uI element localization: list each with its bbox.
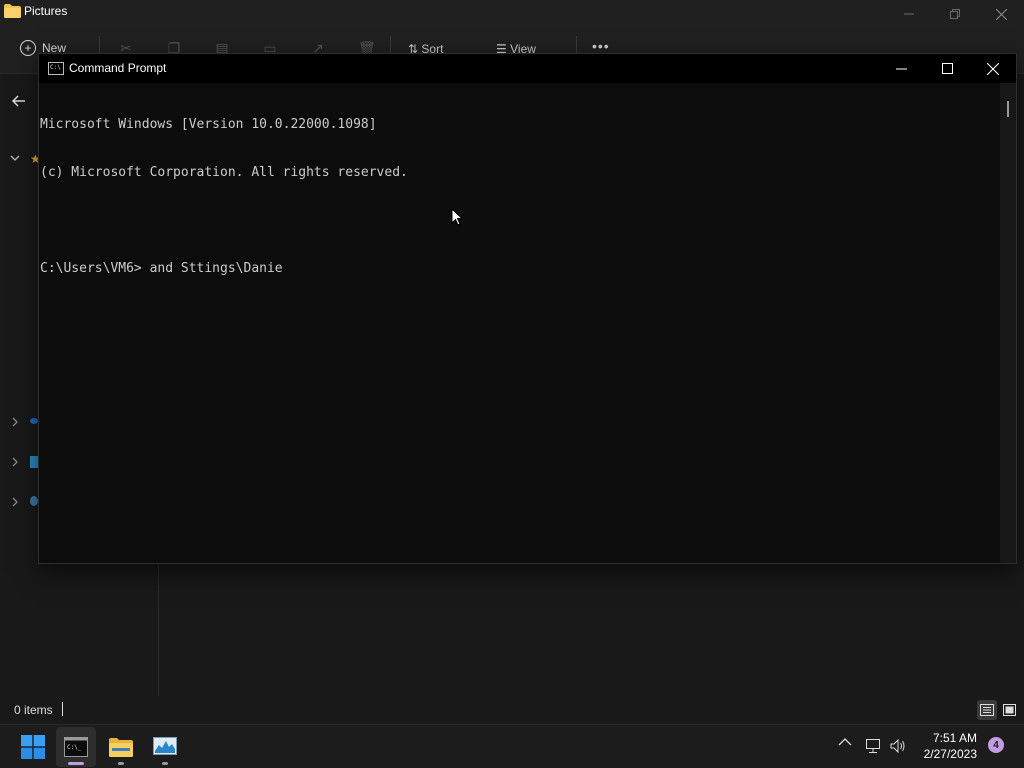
taskbar-performance-monitor[interactable]	[145, 727, 185, 767]
taskbar-clock[interactable]: 7:51 AM 2/27/2023	[924, 730, 977, 762]
clock-time: 7:51 AM	[932, 731, 977, 745]
running-app-indicator	[118, 762, 124, 765]
cmd-window-title: Command Prompt	[69, 61, 167, 75]
minimize-icon	[895, 68, 907, 70]
large-icons-view-button[interactable]	[999, 700, 1019, 720]
onedrive-icon[interactable]	[30, 418, 38, 424]
folder-icon	[4, 4, 21, 18]
close-icon	[987, 62, 999, 75]
items-count: 0 items	[14, 703, 53, 717]
chevron-right-icon[interactable]	[10, 417, 20, 427]
notification-badge[interactable]: 4	[988, 737, 1004, 753]
details-view-icon	[980, 704, 994, 716]
cmd-icon: C:\_	[64, 737, 88, 757]
network-icon[interactable]	[30, 496, 38, 506]
explorer-titlebar[interactable]: Pictures	[0, 0, 1024, 28]
back-arrow-icon[interactable]	[12, 95, 26, 107]
cmd-console-output[interactable]: Microsoft Windows [Version 10.0.22000.10…	[39, 83, 1001, 563]
explorer-status-bar: 0 items	[0, 696, 1024, 724]
explorer-restore-button[interactable]	[932, 0, 978, 28]
windows-start-icon	[21, 735, 45, 759]
explorer-navigation-pane: ★	[0, 75, 41, 675]
clock-date: 2/27/2023	[923, 747, 977, 761]
command-prompt-window: Command Prompt Microsoft Windows [Versio…	[38, 53, 1017, 564]
active-app-indicator	[68, 762, 84, 765]
cmd-minimize-button[interactable]	[878, 54, 924, 83]
cmd-scrollbar-thumb[interactable]	[1007, 101, 1009, 117]
status-separator	[62, 702, 63, 716]
more-options-icon[interactable]: •••	[592, 38, 610, 54]
running-app-indicator	[162, 762, 168, 765]
chevron-down-icon[interactable]	[10, 153, 20, 163]
mouse-pointer-icon	[451, 208, 463, 226]
start-button[interactable]	[13, 727, 53, 767]
details-view-button[interactable]	[977, 700, 997, 720]
folder-icon	[109, 738, 133, 757]
network-icon[interactable]	[864, 737, 882, 755]
cmd-scrollbar[interactable]	[1000, 83, 1016, 563]
volume-icon[interactable]	[889, 737, 907, 755]
cmd-close-button[interactable]	[970, 54, 1016, 83]
navigation-pane-divider[interactable]	[158, 564, 159, 696]
explorer-window-title: Pictures	[24, 4, 68, 18]
cmd-icon[interactable]	[48, 62, 64, 75]
plus-icon: +	[20, 40, 36, 56]
cmd-titlebar[interactable]: Command Prompt	[39, 54, 1016, 83]
perfmon-icon	[153, 737, 177, 755]
taskbar: C:\_ 7:51 AM 2/27/2023 4	[0, 724, 1024, 768]
taskbar-file-explorer[interactable]	[101, 727, 141, 767]
close-icon	[995, 8, 1007, 20]
large-icons-view-icon	[1002, 704, 1016, 716]
cmd-maximize-button[interactable]	[924, 54, 970, 83]
chevron-right-icon[interactable]	[10, 457, 20, 467]
svg-text:C:\_: C:\_	[67, 744, 82, 751]
restore-icon	[950, 9, 960, 19]
taskbar-command-prompt[interactable]: C:\_	[56, 727, 96, 767]
chevron-right-icon[interactable]	[10, 497, 20, 507]
maximize-icon	[941, 63, 953, 74]
explorer-minimize-button[interactable]	[886, 0, 932, 28]
explorer-close-button[interactable]	[978, 0, 1024, 28]
console-line: (c) Microsoft Corporation. All rights re…	[40, 165, 408, 180]
minimize-icon	[904, 13, 914, 15]
console-line: Microsoft Windows [Version 10.0.22000.10…	[40, 117, 377, 132]
console-prompt-line[interactable]: C:\Users\VM6> and Sttings\Danie	[40, 261, 1001, 277]
this-pc-icon[interactable]	[30, 456, 38, 468]
chevron-up-icon[interactable]	[838, 737, 856, 755]
